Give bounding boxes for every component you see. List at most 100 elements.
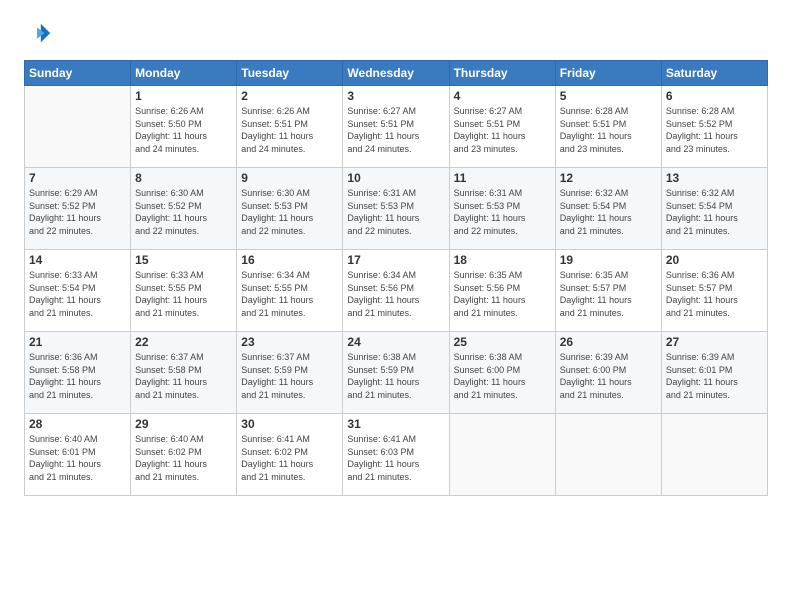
cell-info: Sunrise: 6:27 AM Sunset: 5:51 PM Dayligh… <box>454 105 551 155</box>
calendar-cell: 4 Sunrise: 6:27 AM Sunset: 5:51 PM Daylig… <box>449 86 555 168</box>
calendar-cell: 19 Sunrise: 6:35 AM Sunset: 5:57 PM Dayli… <box>555 250 661 332</box>
weekday-header-saturday: Saturday <box>661 61 767 86</box>
weekday-header-friday: Friday <box>555 61 661 86</box>
cell-info: Sunrise: 6:37 AM Sunset: 5:59 PM Dayligh… <box>241 351 338 401</box>
calendar-cell: 8Sunrise: 6:30 AM Sunset: 5:52 PM Daylig… <box>131 168 237 250</box>
header <box>24 20 768 48</box>
calendar-cell: 9 Sunrise: 6:30 AM Sunset: 5:53 PM Daylig… <box>237 168 343 250</box>
calendar-cell: 16 Sunrise: 6:34 AM Sunset: 5:55 PM Dayli… <box>237 250 343 332</box>
calendar-cell <box>661 414 767 496</box>
calendar-cell: 12 Sunrise: 6:32 AM Sunset: 5:54 PM Dayli… <box>555 168 661 250</box>
day-number: 27 <box>666 335 763 349</box>
cell-info: Sunrise: 6:30 AM Sunset: 5:53 PM Dayligh… <box>241 187 338 237</box>
day-number: 16 <box>241 253 338 267</box>
calendar-cell: 31 Sunrise: 6:41 AM Sunset: 6:03 PM Dayli… <box>343 414 449 496</box>
cell-info: Sunrise: 6:35 AM Sunset: 5:57 PM Dayligh… <box>560 269 657 319</box>
week-row-2: 7Sunrise: 6:29 AM Sunset: 5:52 PM Daylig… <box>25 168 768 250</box>
cell-info: Sunrise: 6:38 AM Sunset: 6:00 PM Dayligh… <box>454 351 551 401</box>
cell-info: Sunrise: 6:32 AM Sunset: 5:54 PM Dayligh… <box>560 187 657 237</box>
calendar-cell: 30 Sunrise: 6:41 AM Sunset: 6:02 PM Dayli… <box>237 414 343 496</box>
cell-info: Sunrise: 6:31 AM Sunset: 5:53 PM Dayligh… <box>454 187 551 237</box>
calendar-cell: 28 Sunrise: 6:40 AM Sunset: 6:01 PM Dayli… <box>25 414 131 496</box>
cell-info: Sunrise: 6:38 AM Sunset: 5:59 PM Dayligh… <box>347 351 444 401</box>
cell-info: Sunrise: 6:34 AM Sunset: 5:55 PM Dayligh… <box>241 269 338 319</box>
day-number: 22 <box>135 335 232 349</box>
week-row-1: 1 Sunrise: 6:26 AM Sunset: 5:50 PM Daylig… <box>25 86 768 168</box>
calendar-cell: 26Sunrise: 6:39 AM Sunset: 6:00 PM Dayli… <box>555 332 661 414</box>
day-number: 14 <box>29 253 126 267</box>
day-number: 10 <box>347 171 444 185</box>
cell-info: Sunrise: 6:28 AM Sunset: 5:51 PM Dayligh… <box>560 105 657 155</box>
calendar-cell: 11 Sunrise: 6:31 AM Sunset: 5:53 PM Dayli… <box>449 168 555 250</box>
calendar-cell <box>449 414 555 496</box>
cell-info: Sunrise: 6:35 AM Sunset: 5:56 PM Dayligh… <box>454 269 551 319</box>
logo <box>24 20 56 48</box>
cell-info: Sunrise: 6:41 AM Sunset: 6:02 PM Dayligh… <box>241 433 338 483</box>
day-number: 21 <box>29 335 126 349</box>
day-number: 28 <box>29 417 126 431</box>
cell-info: Sunrise: 6:40 AM Sunset: 6:01 PM Dayligh… <box>29 433 126 483</box>
calendar-cell: 10Sunrise: 6:31 AM Sunset: 5:53 PM Dayli… <box>343 168 449 250</box>
cell-info: Sunrise: 6:41 AM Sunset: 6:03 PM Dayligh… <box>347 433 444 483</box>
day-number: 26 <box>560 335 657 349</box>
calendar-cell: 14 Sunrise: 6:33 AM Sunset: 5:54 PM Dayli… <box>25 250 131 332</box>
day-number: 3 <box>347 89 444 103</box>
cell-info: Sunrise: 6:26 AM Sunset: 5:50 PM Dayligh… <box>135 105 232 155</box>
calendar-cell: 23 Sunrise: 6:37 AM Sunset: 5:59 PM Dayli… <box>237 332 343 414</box>
cell-info: Sunrise: 6:32 AM Sunset: 5:54 PM Dayligh… <box>666 187 763 237</box>
cell-info: Sunrise: 6:36 AM Sunset: 5:57 PM Dayligh… <box>666 269 763 319</box>
day-number: 5 <box>560 89 657 103</box>
cell-info: Sunrise: 6:30 AM Sunset: 5:52 PM Dayligh… <box>135 187 232 237</box>
week-row-4: 21 Sunrise: 6:36 AM Sunset: 5:58 PM Dayli… <box>25 332 768 414</box>
day-number: 29 <box>135 417 232 431</box>
day-number: 31 <box>347 417 444 431</box>
weekday-header-monday: Monday <box>131 61 237 86</box>
calendar-cell: 5 Sunrise: 6:28 AM Sunset: 5:51 PM Daylig… <box>555 86 661 168</box>
calendar-cell <box>555 414 661 496</box>
day-number: 11 <box>454 171 551 185</box>
page: SundayMondayTuesdayWednesdayThursdayFrid… <box>0 0 792 612</box>
week-row-5: 28 Sunrise: 6:40 AM Sunset: 6:01 PM Dayli… <box>25 414 768 496</box>
day-number: 15 <box>135 253 232 267</box>
calendar-cell: 1 Sunrise: 6:26 AM Sunset: 5:50 PM Daylig… <box>131 86 237 168</box>
day-number: 20 <box>666 253 763 267</box>
day-number: 19 <box>560 253 657 267</box>
logo-icon <box>24 20 52 48</box>
calendar-cell: 17 Sunrise: 6:34 AM Sunset: 5:56 PM Dayli… <box>343 250 449 332</box>
calendar-cell: 21 Sunrise: 6:36 AM Sunset: 5:58 PM Dayli… <box>25 332 131 414</box>
calendar-cell: 24 Sunrise: 6:38 AM Sunset: 5:59 PM Dayli… <box>343 332 449 414</box>
day-number: 12 <box>560 171 657 185</box>
day-number: 23 <box>241 335 338 349</box>
day-number: 17 <box>347 253 444 267</box>
calendar-cell: 15Sunrise: 6:33 AM Sunset: 5:55 PM Dayli… <box>131 250 237 332</box>
day-number: 24 <box>347 335 444 349</box>
day-number: 9 <box>241 171 338 185</box>
calendar-cell: 2Sunrise: 6:26 AM Sunset: 5:51 PM Daylig… <box>237 86 343 168</box>
calendar-cell: 7Sunrise: 6:29 AM Sunset: 5:52 PM Daylig… <box>25 168 131 250</box>
calendar-cell: 29 Sunrise: 6:40 AM Sunset: 6:02 PM Dayli… <box>131 414 237 496</box>
calendar-cell: 27Sunrise: 6:39 AM Sunset: 6:01 PM Dayli… <box>661 332 767 414</box>
day-number: 1 <box>135 89 232 103</box>
day-number: 6 <box>666 89 763 103</box>
cell-info: Sunrise: 6:34 AM Sunset: 5:56 PM Dayligh… <box>347 269 444 319</box>
weekday-header-wednesday: Wednesday <box>343 61 449 86</box>
calendar-cell: 3 Sunrise: 6:27 AM Sunset: 5:51 PM Daylig… <box>343 86 449 168</box>
calendar-cell: 13Sunrise: 6:32 AM Sunset: 5:54 PM Dayli… <box>661 168 767 250</box>
calendar-cell: 18 Sunrise: 6:35 AM Sunset: 5:56 PM Dayli… <box>449 250 555 332</box>
calendar-cell: 6Sunrise: 6:28 AM Sunset: 5:52 PM Daylig… <box>661 86 767 168</box>
cell-info: Sunrise: 6:33 AM Sunset: 5:54 PM Dayligh… <box>29 269 126 319</box>
calendar-cell: 25 Sunrise: 6:38 AM Sunset: 6:00 PM Dayli… <box>449 332 555 414</box>
day-number: 4 <box>454 89 551 103</box>
cell-info: Sunrise: 6:37 AM Sunset: 5:58 PM Dayligh… <box>135 351 232 401</box>
day-number: 18 <box>454 253 551 267</box>
calendar-cell: 20 Sunrise: 6:36 AM Sunset: 5:57 PM Dayli… <box>661 250 767 332</box>
calendar-cell: 22 Sunrise: 6:37 AM Sunset: 5:58 PM Dayli… <box>131 332 237 414</box>
cell-info: Sunrise: 6:36 AM Sunset: 5:58 PM Dayligh… <box>29 351 126 401</box>
day-number: 30 <box>241 417 338 431</box>
calendar-cell <box>25 86 131 168</box>
day-number: 25 <box>454 335 551 349</box>
cell-info: Sunrise: 6:40 AM Sunset: 6:02 PM Dayligh… <box>135 433 232 483</box>
cell-info: Sunrise: 6:27 AM Sunset: 5:51 PM Dayligh… <box>347 105 444 155</box>
weekday-header-tuesday: Tuesday <box>237 61 343 86</box>
week-row-3: 14 Sunrise: 6:33 AM Sunset: 5:54 PM Dayli… <box>25 250 768 332</box>
